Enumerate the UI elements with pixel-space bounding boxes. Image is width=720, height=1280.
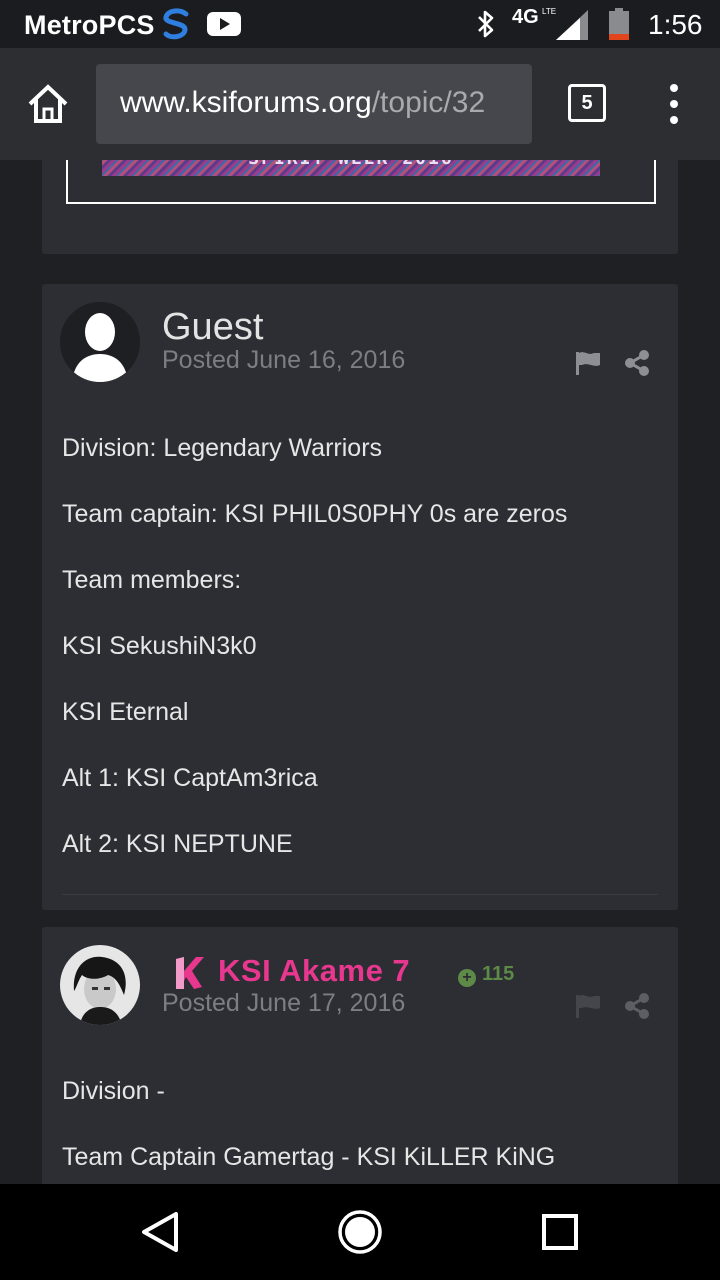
user-photo-avatar (60, 945, 140, 1025)
signature-banner: SPIRIT WEEK 2016 (102, 160, 600, 176)
carrier-name: MetroPCS (24, 10, 155, 40)
forum-post: Guest Posted June 16, 2016 Division: Leg… (42, 284, 678, 910)
url-domain: www.ksiforums.org (120, 86, 372, 119)
post-text: Team members: (62, 566, 242, 594)
menu-icon[interactable] (662, 82, 686, 126)
url-path: /topic/32 (371, 86, 486, 119)
post-author[interactable]: KSI Akame 7 (218, 953, 410, 989)
reputation-badge: +115 (458, 963, 514, 987)
reputation-count: 115 (482, 963, 515, 985)
s-app-icon (163, 8, 189, 40)
post-text: Team captain: KSI PHIL0S0PHY 0s are zero… (62, 500, 568, 528)
post-text: Division: Legendary Warriors (62, 434, 383, 462)
page-content[interactable]: SPIRIT WEEK 2016 Guest Posted June 16, 2… (0, 160, 720, 1184)
clock: 1:56 (648, 9, 703, 40)
signature-frame: SPIRIT WEEK 2016 (66, 160, 656, 204)
post-author[interactable]: Guest (162, 306, 263, 349)
share-icon[interactable] (624, 350, 650, 376)
post-text: Team Captain Gamertag - KSI KiLLER KiNG (62, 1143, 556, 1171)
post-date[interactable]: Posted June 17, 2016 (162, 989, 405, 1018)
share-icon[interactable] (624, 993, 650, 1019)
default-user-icon (60, 302, 140, 382)
post-text: KSI SekushiN3k0 (62, 632, 257, 660)
url-text[interactable]: www.ksiforums.org/topic/32 (120, 86, 485, 120)
browser-toolbar: www.ksiforums.org/topic/32 5 (0, 48, 720, 160)
avatar[interactable] (60, 945, 140, 1025)
recent-apps-icon[interactable] (536, 1208, 584, 1256)
previous-post: SPIRIT WEEK 2016 (42, 160, 678, 254)
battery-icon (609, 8, 629, 40)
post-text: Alt 2: KSI NEPTUNE (62, 830, 293, 858)
status-bar: MetroPCS 4G LTE 1:56 (0, 0, 720, 48)
post-divider (62, 894, 658, 895)
flag-icon[interactable] (574, 350, 602, 376)
system-nav-bar (0, 1184, 720, 1280)
post-text: Division - (62, 1077, 165, 1105)
youtube-icon (207, 12, 241, 36)
network-subtype: LTE (542, 7, 557, 16)
network-type: 4G (512, 6, 539, 28)
post-date[interactable]: Posted June 16, 2016 (162, 346, 405, 375)
forum-post: KSI Akame 7 +115 Posted June 17, 2016 Di… (42, 927, 678, 1184)
flag-icon[interactable] (574, 993, 602, 1019)
url-bar[interactable]: www.ksiforums.org/topic/32 (96, 64, 532, 144)
post-text: Alt 1: KSI CaptAm3rica (62, 764, 318, 792)
tab-switcher-button[interactable]: 5 (568, 84, 606, 122)
plus-icon: + (458, 969, 476, 987)
avatar[interactable] (60, 302, 140, 382)
bluetooth-icon (478, 10, 494, 38)
home-nav-icon[interactable] (336, 1208, 384, 1256)
back-icon[interactable] (136, 1208, 184, 1256)
home-icon[interactable] (22, 78, 74, 130)
post-text: KSI Eternal (62, 698, 189, 726)
signal-icon (556, 10, 588, 40)
